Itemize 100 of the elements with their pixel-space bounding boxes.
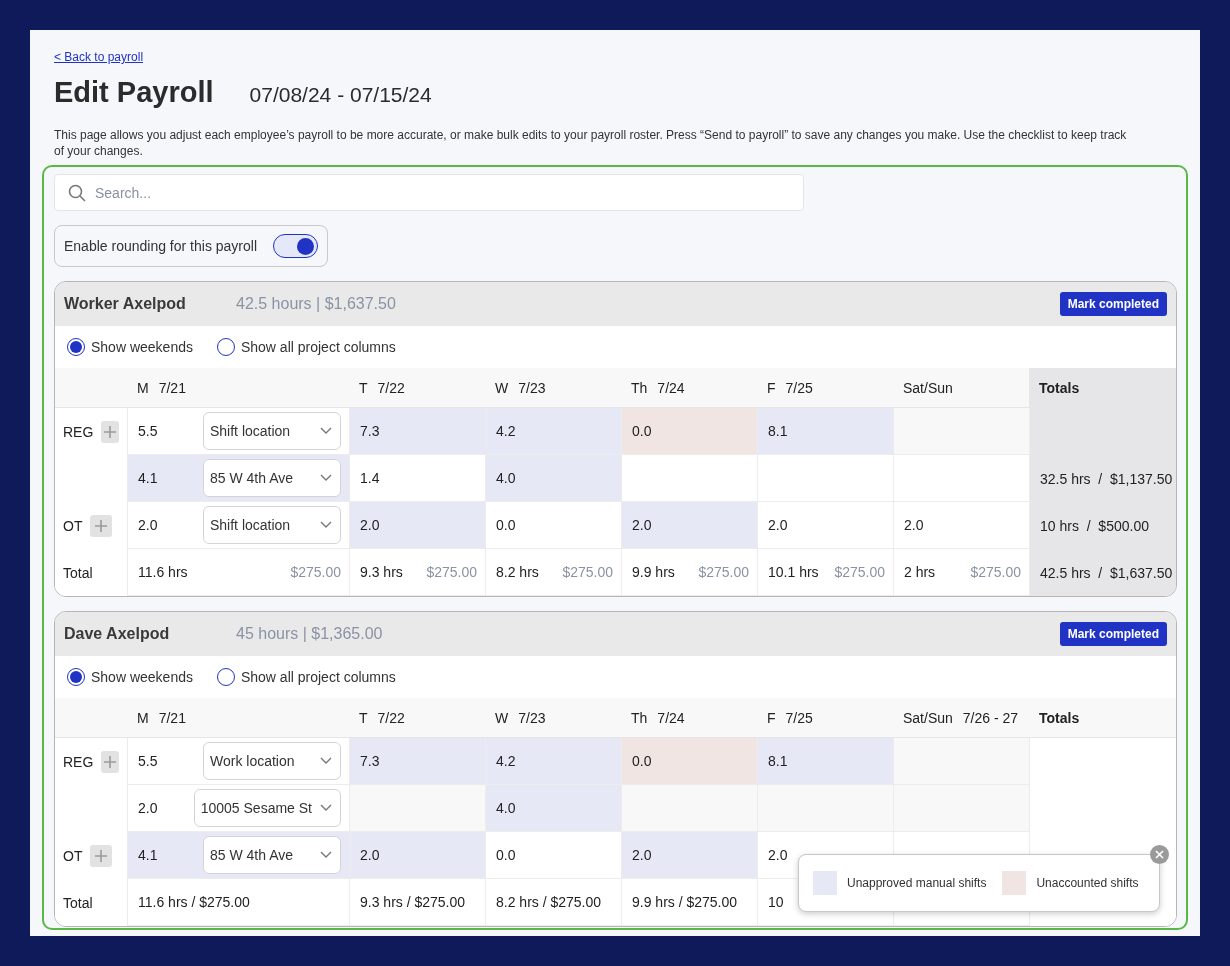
total-label: Total (63, 894, 93, 911)
close-icon (1155, 850, 1164, 859)
toggle-switch[interactable] (273, 234, 318, 258)
hours-cell[interactable]: 8.1 (757, 408, 893, 455)
location-dropdown[interactable]: 85 W 4th Ave (203, 836, 341, 874)
pay-type-label: REG (63, 423, 94, 440)
total-cell: 11.6 hrs $275.00 (127, 549, 349, 596)
hours-cell[interactable]: 2.0 10005 Sesame St (127, 785, 349, 832)
chevron-down-icon (320, 804, 332, 812)
hours-cell[interactable] (893, 785, 1029, 832)
chevron-down-icon (320, 521, 332, 529)
hours-cell[interactable]: 4.1 85 W 4th Ave (127, 455, 349, 502)
hours-cell[interactable]: 2.0 (757, 502, 893, 549)
radio-label: Show all project columns (240, 669, 396, 685)
totals-cell: 32.5 hrs / $1,137.50 (1029, 455, 1176, 502)
total-cell: 11.6 hrs / $275.00 (127, 879, 349, 926)
column-header: Totals (1029, 698, 1176, 738)
total-label: Total (63, 564, 93, 581)
location-dropdown[interactable]: 10005 Sesame St (193, 789, 341, 827)
plus-icon (104, 755, 117, 768)
chevron-down-icon (320, 427, 332, 435)
mark-completed-button[interactable]: Mark completed (1059, 622, 1167, 646)
radio-label: Show all project columns (240, 339, 396, 355)
hours-cell[interactable]: 4.2 (485, 408, 621, 455)
hours-cell[interactable]: 5.5 Work location (127, 738, 349, 785)
column-header: M 7/21 (127, 368, 349, 408)
add-button[interactable] (101, 750, 119, 773)
column-header: W 7/23 (485, 368, 621, 408)
hours-cell[interactable]: 2.0 Shift location (127, 502, 349, 549)
total-cell: 2 hrs $275.00 (893, 549, 1029, 596)
hours-cell[interactable]: 7.3 (349, 408, 485, 455)
total-cell: 10.1 hrs $275.00 (757, 549, 893, 596)
chevron-down-icon (320, 474, 332, 482)
radio-label: Show weekends (91, 669, 193, 685)
hours-cell[interactable] (349, 785, 485, 832)
total-cell: 9.9 hrs / $275.00 (621, 879, 757, 926)
legend-label: Unaccounted shifts (1036, 876, 1139, 890)
column-header: T 7/22 (349, 368, 485, 408)
hours-cell[interactable]: 4.0 (485, 785, 621, 832)
hours-cell[interactable]: 0.0 (621, 738, 757, 785)
hours-summary: 45 hours | $1,365.00 (236, 625, 384, 643)
add-button[interactable] (101, 420, 119, 443)
hours-cell[interactable]: 4.0 (485, 455, 621, 502)
hours-cell[interactable]: 4.2 (485, 738, 621, 785)
hours-cell[interactable] (893, 455, 1029, 502)
add-button[interactable] (90, 844, 113, 867)
hours-cell[interactable] (893, 408, 1029, 455)
hours-cell[interactable] (893, 738, 1029, 785)
hours-cell[interactable]: 0.0 (485, 502, 621, 549)
total-cell: 9.3 hrs / $275.00 (349, 879, 485, 926)
hours-cell[interactable]: 2.0 (893, 502, 1029, 549)
hours-cell[interactable]: 8.1 (757, 738, 893, 785)
total-cell: 9.9 hrs $275.00 (621, 549, 757, 596)
hours-cell[interactable]: 2.0 (349, 832, 485, 879)
hours-cell[interactable]: 2.0 (349, 502, 485, 549)
plus-icon (95, 519, 108, 532)
plus-icon (104, 425, 117, 438)
hours-cell[interactable] (757, 455, 893, 502)
hours-cell[interactable]: 1.4 (349, 455, 485, 502)
column-header: W 7/23 (485, 698, 621, 738)
hours-cell[interactable]: 7.3 (349, 738, 485, 785)
mark-completed-button[interactable]: Mark completed (1059, 292, 1167, 316)
chevron-down-icon (320, 757, 332, 765)
hours-cell[interactable]: 2.0 (621, 502, 757, 549)
pay-type-label: OT (63, 847, 83, 864)
toggle-label: Enable rounding for this payroll (64, 238, 257, 254)
hours-summary: 42.5 hours | $1,637.50 (236, 295, 397, 313)
date-range: 07/08/24 - 07/15/24 (249, 83, 432, 107)
location-dropdown[interactable]: Shift location (203, 506, 341, 544)
hours-cell[interactable]: 5.5 Shift location (127, 408, 349, 455)
column-header: Totals (1029, 368, 1176, 408)
hours-cell[interactable]: 0.0 (621, 408, 757, 455)
location-dropdown[interactable]: 85 W 4th Ave (203, 459, 341, 497)
add-button[interactable] (90, 514, 113, 537)
back-link[interactable]: < Back to payroll (54, 50, 144, 64)
totals-cell: 42.5 hrs / $1,637.50 (1029, 549, 1176, 596)
column-header: F 7/25 (757, 698, 893, 738)
plus-icon (95, 849, 108, 862)
total-cell: 8.2 hrs / $275.00 (485, 879, 621, 926)
search-field[interactable]: Search... (54, 174, 804, 211)
location-dropdown[interactable]: Shift location (203, 412, 341, 450)
pay-type-label: REG (63, 753, 94, 770)
total-cell: 8.2 hrs $275.00 (485, 549, 621, 596)
page-description: This page allows you adjust each employee’s payroll to be more accurate, or make bulk edits to your payroll roster. Press “Send to payroll” to save any changes you make. Use the checklist to keep track of your changes. (54, 127, 1128, 159)
employee-name: Worker Axelpod (64, 295, 187, 313)
location-dropdown[interactable]: Work location (203, 742, 341, 780)
column-header: F 7/25 (757, 368, 893, 408)
hours-cell[interactable] (621, 455, 757, 502)
hours-cell[interactable]: 2.0 (621, 832, 757, 879)
hours-cell[interactable] (757, 785, 893, 832)
column-header: T 7/22 (349, 698, 485, 738)
totals-cell: 10 hrs / $500.00 (1029, 502, 1176, 549)
chevron-down-icon (320, 851, 332, 859)
column-header: Th 7/24 (621, 368, 757, 408)
employee-name: Dave Axelpod (64, 625, 171, 643)
hours-cell[interactable]: 4.1 85 W 4th Ave (127, 832, 349, 879)
hours-cell[interactable] (621, 785, 757, 832)
column-header: Sat/Sun (893, 368, 1029, 408)
hours-cell[interactable]: 0.0 (485, 832, 621, 879)
radio-label: Show weekends (91, 339, 193, 355)
